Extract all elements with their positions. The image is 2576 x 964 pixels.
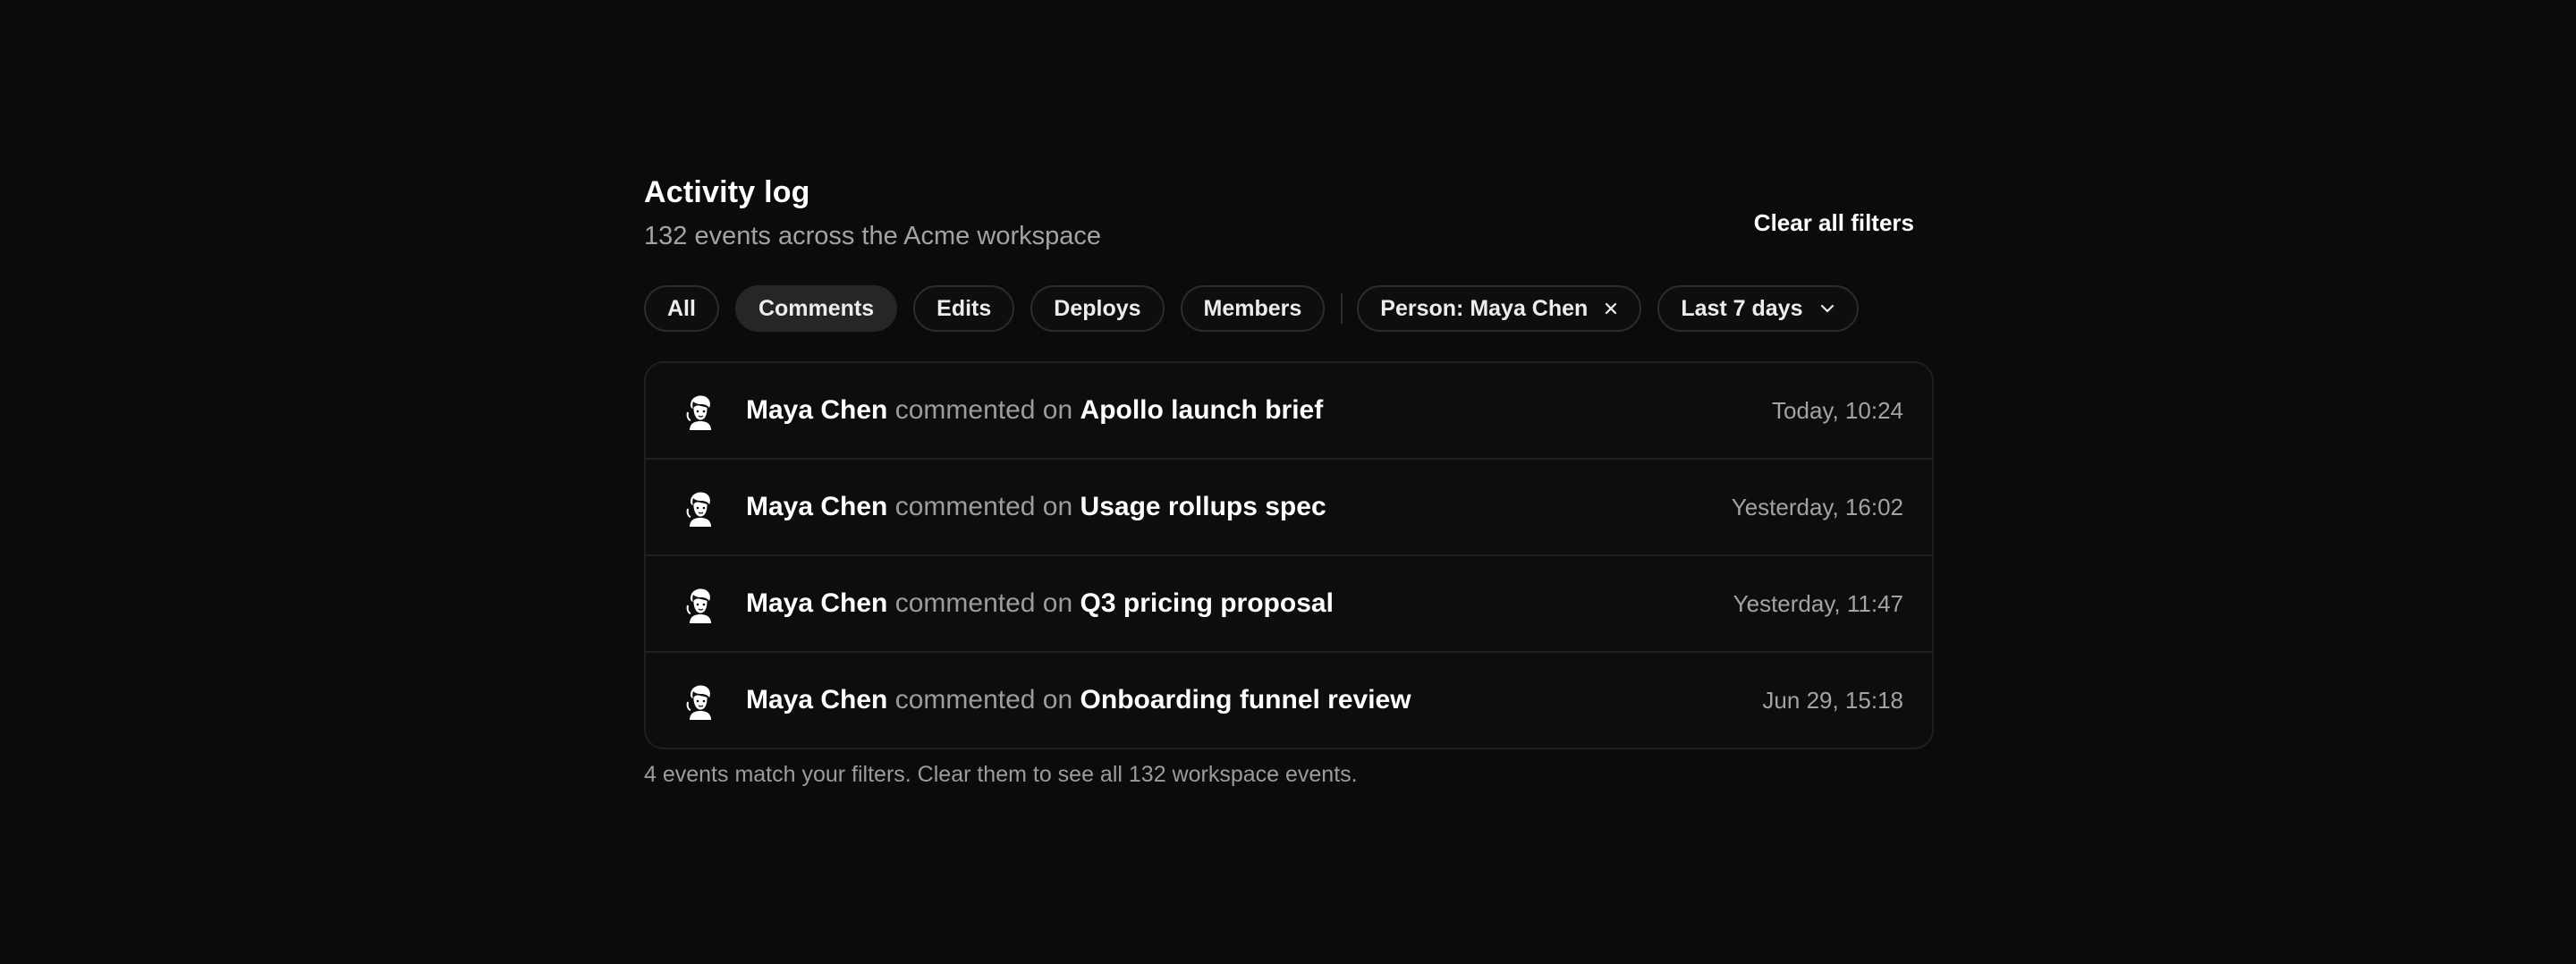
clear-all-filters-button[interactable]: Clear all filters [1754, 209, 1914, 237]
chip-label: Last 7 days [1681, 295, 1803, 321]
event-description: Maya Chen commented on Q3 pricing propos… [746, 588, 1334, 619]
chip-divider [1341, 293, 1343, 324]
event-description: Maya Chen commented on Onboarding funnel… [746, 685, 1411, 715]
page-subtitle: 132 events across the Acme workspace [644, 222, 1101, 250]
event-row[interactable]: Maya Chen commented on Usage rollups spe… [646, 460, 1932, 556]
event-target[interactable]: Onboarding funnel review [1080, 685, 1411, 715]
event-actor[interactable]: Maya Chen [746, 492, 887, 521]
chip-label: Comments [758, 295, 875, 321]
event-timestamp: Yesterday, 16:02 [1731, 493, 1903, 520]
chip-label: Members [1203, 295, 1302, 321]
avatar-icon [680, 391, 719, 430]
chip-label: Deploys [1054, 295, 1141, 321]
filter-chip-deploys[interactable]: Deploys [1030, 285, 1165, 332]
filter-chip-edits[interactable]: Edits [913, 285, 1015, 332]
event-verb: commented on [894, 395, 1073, 425]
date-range-chip[interactable]: Last 7 days [1657, 285, 1859, 332]
chip-label: Edits [936, 295, 992, 321]
event-actor[interactable]: Maya Chen [746, 685, 887, 715]
page-title: Activity log [644, 175, 810, 209]
avatar-icon [680, 584, 719, 623]
event-row[interactable]: Maya Chen commented on Apollo launch bri… [646, 363, 1932, 460]
chip-label: Person: Maya Chen [1380, 295, 1589, 321]
filter-chips: All Comments Edits Deploys Members Perso… [644, 283, 1875, 334]
event-actor[interactable]: Maya Chen [746, 588, 887, 618]
event-description: Maya Chen commented on Usage rollups spe… [746, 492, 1326, 522]
event-verb: commented on [894, 492, 1073, 521]
event-verb: commented on [894, 685, 1073, 715]
avatar-icon [680, 681, 719, 720]
filter-chip-comments[interactable]: Comments [734, 285, 898, 332]
close-icon[interactable] [1604, 301, 1618, 316]
avatar-icon [680, 487, 719, 527]
event-target[interactable]: Apollo launch brief [1080, 395, 1324, 425]
filter-result-note: 4 events match your filters. Clear them … [644, 762, 1358, 787]
event-list: Maya Chen commented on Apollo launch bri… [644, 361, 1934, 749]
activity-log-panel: Activity log 132 events across the Acme … [644, 172, 1934, 787]
event-target[interactable]: Q3 pricing proposal [1080, 588, 1334, 618]
event-target[interactable]: Usage rollups spec [1080, 492, 1326, 521]
event-timestamp: Jun 29, 15:18 [1762, 686, 1903, 714]
event-verb: commented on [894, 588, 1073, 618]
event-timestamp: Yesterday, 11:47 [1733, 589, 1903, 617]
activity-header: Activity log 132 events across the Acme … [644, 172, 1932, 259]
filter-chip-all[interactable]: All [644, 285, 719, 332]
event-description: Maya Chen commented on Apollo launch bri… [746, 395, 1323, 426]
event-row[interactable]: Maya Chen commented on Q3 pricing propos… [646, 556, 1932, 653]
event-timestamp: Today, 10:24 [1772, 396, 1903, 424]
chevron-down-icon [1819, 303, 1835, 314]
filter-chip-members[interactable]: Members [1180, 285, 1326, 332]
person-filter-chip[interactable]: Person: Maya Chen [1357, 285, 1642, 332]
event-row[interactable]: Maya Chen commented on Onboarding funnel… [646, 653, 1932, 748]
chip-label: All [667, 295, 696, 321]
event-actor[interactable]: Maya Chen [746, 395, 887, 425]
